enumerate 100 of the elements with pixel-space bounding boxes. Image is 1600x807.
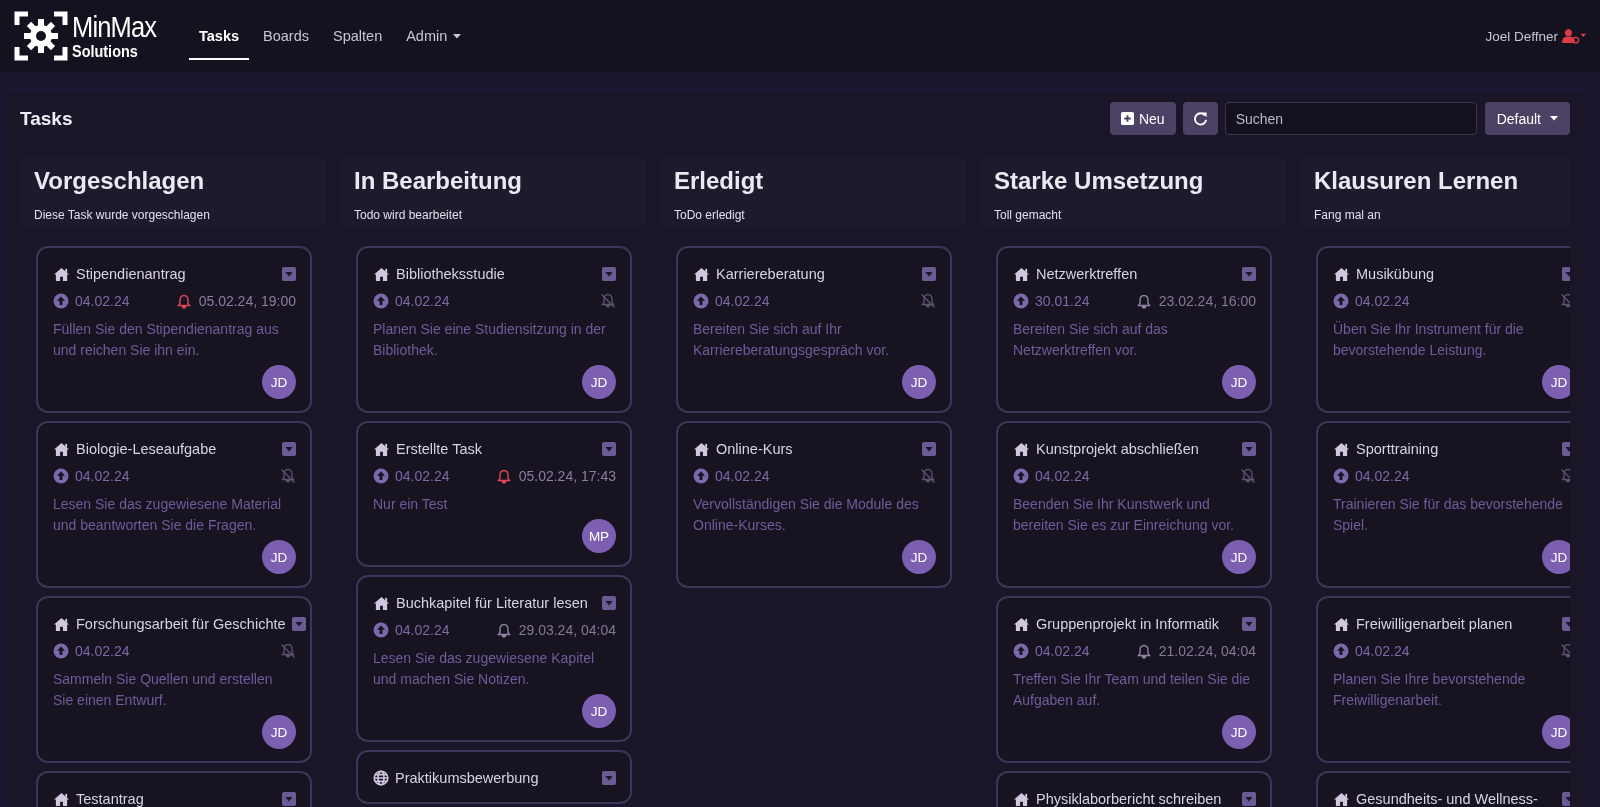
- caret-icon: [1550, 116, 1558, 121]
- task-card[interactable]: Testantrag: [36, 771, 312, 807]
- task-card[interactable]: Erstellte Task 04.02.24 05.02.24, 17:43 Nur ein Test MP: [356, 421, 632, 567]
- created-date: 04.02.24: [1355, 293, 1410, 309]
- dropdown-toggle-icon[interactable]: [291, 617, 306, 631]
- assignee-avatar: MP: [582, 519, 616, 553]
- task-card[interactable]: Buchkapitel für Literatur lesen 04.02.24 29.03.24, 04:04 Lesen Sie das zugewiesene Kapitel und machen Sie Notizen. JD: [356, 575, 632, 742]
- task-title: Stipendienantrag: [76, 266, 187, 282]
- task-description: Beenden Sie Ihr Kunstwerk und bereiten Sie es zur Einreichung vor.: [1013, 495, 1235, 535]
- home-icon: [1333, 441, 1350, 457]
- logo-text: MinMax: [72, 12, 157, 42]
- assignee-avatar: JD: [902, 540, 936, 574]
- dropdown-toggle-icon[interactable]: [922, 267, 936, 281]
- task-card[interactable]: Musikübung 04.02.24 Üben Sie Ihr Instrument für die bevorstehende Leistung. JD: [1316, 246, 1570, 413]
- reminder-date: 23.02.24, 16:00: [1158, 293, 1256, 309]
- dropdown-toggle-icon[interactable]: [1242, 617, 1256, 631]
- bell-off-icon: [920, 468, 936, 484]
- user-menu[interactable]: Joel Deffner: [1485, 28, 1586, 44]
- nav-link[interactable]: Tasks: [189, 12, 250, 60]
- task-card[interactable]: Netzwerktreffen 30.01.24 23.02.24, 16:00 Bereiten Sie sich auf das Netzwerktreffen vor. JD: [996, 246, 1272, 413]
- task-card[interactable]: Freiwilligenarbeit planen 04.02.24 Planen Sie Ihre bevorstehende Freiwilligenarbeit. JD: [1316, 596, 1570, 763]
- assignee-avatar: JD: [262, 540, 296, 574]
- task-description: Trainieren Sie für das bevorstehende Spiel.: [1333, 495, 1564, 535]
- dropdown-toggle-icon[interactable]: [1242, 442, 1256, 456]
- dropdown-toggle-icon[interactable]: [1242, 792, 1256, 806]
- dropdown-toggle-icon[interactable]: [602, 267, 616, 281]
- created-date: 04.02.24: [1035, 468, 1090, 484]
- task-card[interactable]: Bibliotheksstudie 04.02.24 Planen Sie eine Studiensitzung in der Bibliothek. JD: [356, 246, 632, 413]
- upload-circle-icon: [693, 468, 709, 484]
- home-icon: [693, 266, 710, 282]
- column-subtitle: Todo wird bearbeitet: [354, 208, 464, 222]
- task-description: Lesen Sie das zugewiesene Kapitel und machen Sie Notizen.: [373, 649, 596, 689]
- upload-circle-icon: [373, 293, 389, 309]
- task-title: Erstellte Task: [396, 441, 483, 457]
- task-card[interactable]: Sporttraining 04.02.24 Trainieren Sie für das bevorstehende Spiel. JD: [1316, 421, 1570, 588]
- assignee-avatar: JD: [1222, 540, 1256, 574]
- task-title: Musikübung: [1356, 266, 1436, 282]
- reminder-date: 05.02.24, 17:43: [518, 468, 616, 484]
- upload-circle-icon: [1333, 643, 1349, 659]
- assignee-avatar: JD: [1542, 540, 1570, 574]
- upload-circle-icon: [53, 643, 69, 659]
- task-title: Sporttraining: [1356, 441, 1440, 457]
- dropdown-toggle-icon[interactable]: [602, 442, 616, 456]
- dropdown-toggle-icon[interactable]: [602, 596, 616, 610]
- assignee-avatar: JD: [1542, 365, 1570, 399]
- nav-link[interactable]: Spalten: [323, 12, 393, 60]
- bell-off-icon: [1240, 468, 1256, 484]
- column-title: Erledigt: [674, 166, 765, 196]
- created-date: 04.02.24: [1355, 468, 1410, 484]
- task-title: Karriereberatung: [716, 266, 826, 282]
- upload-circle-icon: [53, 468, 69, 484]
- dropdown-toggle-icon[interactable]: [282, 267, 296, 281]
- upload-circle-icon: [53, 293, 69, 309]
- task-title: Bibliotheksstudie: [396, 266, 506, 282]
- task-card[interactable]: Karriereberatung 04.02.24 Bereiten Sie sich auf Ihr Karriereberatungsgespräch vor. JD: [676, 246, 952, 413]
- task-description: Treffen Sie Ihr Team und teilen Sie die Aufgaben auf.: [1013, 670, 1252, 710]
- dropdown-toggle-icon[interactable]: [922, 442, 936, 456]
- dropdown-toggle-icon[interactable]: [282, 792, 296, 806]
- created-date: 04.02.24: [395, 468, 450, 484]
- task-description: Bereiten Sie sich auf Ihr Karriereberatungsgespräch vor.: [693, 320, 891, 360]
- created-date: 04.02.24: [715, 293, 770, 309]
- task-card[interactable]: Forschungsarbeit für Geschichte 04.02.24 Sammeln Sie Quellen und erstellen Sie einen Entwurf. JD: [36, 596, 312, 763]
- column-subtitle: ToDo erledigt: [674, 208, 746, 222]
- task-card[interactable]: Gesundheits- und Wellness-: [1316, 771, 1570, 807]
- search-field[interactable]: Suchen: [1224, 102, 1477, 135]
- nav-link[interactable]: Admin: [396, 12, 472, 60]
- user-icon: [1562, 28, 1586, 44]
- dropdown-toggle-icon[interactable]: [1242, 267, 1256, 281]
- task-card[interactable]: Gruppenprojekt in Informatik 04.02.24 21.02.24, 04:04 Treffen Sie Ihr Team und teilen Sie die Aufgaben auf. JD: [996, 596, 1272, 763]
- upload-circle-icon: [373, 622, 389, 638]
- created-date: 30.01.24: [1035, 293, 1090, 309]
- bell-off-icon: [280, 468, 296, 484]
- upload-circle-icon: [1013, 643, 1029, 659]
- refresh-button[interactable]: [1182, 102, 1218, 135]
- view-select[interactable]: Default: [1484, 102, 1570, 135]
- column-subtitle: Diese Task wurde vorgeschlagen: [34, 208, 211, 222]
- task-description: Planen Sie Ihre bevorstehende Freiwilligenarbeit.: [1333, 670, 1527, 710]
- home-icon: [693, 441, 710, 457]
- task-title: Testantrag: [76, 791, 145, 807]
- task-card[interactable]: Physiklaborbericht schreiben: [996, 771, 1272, 807]
- refresh-icon: [1192, 111, 1208, 126]
- dropdown-toggle-icon[interactable]: [282, 442, 296, 456]
- task-title: Physiklaborbericht schreiben: [1036, 791, 1223, 807]
- task-card[interactable]: Stipendienantrag 04.02.24 05.02.24, 19:00 Füllen Sie den Stipendienantrag aus und reichen Sie ihn ein. JD: [36, 246, 312, 413]
- task-card[interactable]: Biologie-Leseaufgabe 04.02.24 Lesen Sie das zugewiesene Material und beantworten Sie die Fragen. JD: [36, 421, 312, 588]
- nav-link[interactable]: Boards: [253, 12, 319, 60]
- logo[interactable]: MinMax Solutions: [14, 11, 171, 61]
- new-button[interactable]: Neu: [1109, 102, 1176, 135]
- assignee-avatar: JD: [262, 715, 296, 749]
- created-date: 04.02.24: [75, 643, 130, 659]
- task-card[interactable]: Kunstprojekt abschließen 04.02.24 Beenden Sie Ihr Kunstwerk und bereiten Sie es zur Einreichung vor. JD: [996, 421, 1272, 588]
- task-card[interactable]: Online-Kurs 04.02.24 Vervollständigen Sie die Module des Online-Kurses. JD: [676, 421, 952, 588]
- reminder-date: 05.02.24, 19:00: [198, 293, 296, 309]
- task-title: Gruppenprojekt in Informatik: [1036, 616, 1220, 632]
- task-card[interactable]: Praktikumsbewerbung: [356, 750, 632, 804]
- home-icon: [1013, 791, 1030, 807]
- dropdown-toggle-icon[interactable]: [602, 771, 616, 785]
- task-title: Buchkapitel für Literatur lesen: [396, 595, 589, 611]
- column-title: Vorgeschlagen: [34, 166, 206, 196]
- task-description: Planen Sie eine Studiensitzung in der Bibliothek.: [373, 320, 607, 360]
